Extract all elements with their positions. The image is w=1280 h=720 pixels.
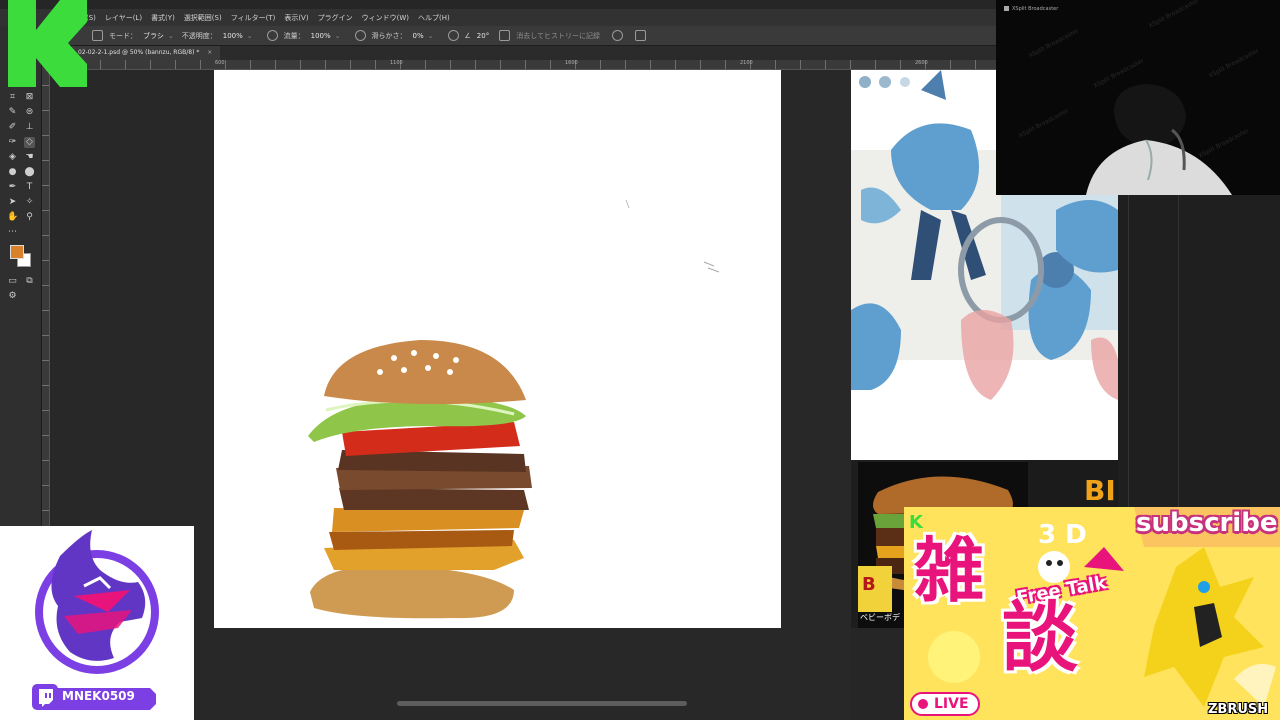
- history-checkbox[interactable]: [499, 30, 511, 41]
- document-tab[interactable]: 02-02-2-1.psd @ 50% (bannzu, RGB/8) * ×: [72, 46, 221, 60]
- symmetry-icon[interactable]: [635, 30, 647, 41]
- menu-item-plugins[interactable]: プラグイン: [318, 13, 353, 23]
- zoom-icon[interactable]: ⚲: [24, 212, 35, 223]
- menu-item-select[interactable]: 選択範囲(S): [184, 13, 222, 23]
- menu-item-view[interactable]: 表示(V): [284, 13, 308, 23]
- banner-kanji-top: 雑: [914, 530, 984, 612]
- shape-icon[interactable]: ✧: [24, 197, 35, 208]
- type-icon[interactable]: T: [24, 182, 35, 193]
- pressure-opacity-icon[interactable]: [266, 30, 278, 41]
- reference-burger-caption: ベビーボデ: [860, 613, 900, 622]
- chevron-down-icon[interactable]: ⌄: [168, 32, 174, 40]
- document-tab-title: 02-02-2-1.psd @ 50% (bannzu, RGB/8) *: [78, 49, 200, 56]
- flow-input[interactable]: 100%: [311, 32, 331, 40]
- smoothing-label: 滑らかさ：: [371, 31, 407, 40]
- dodge-icon[interactable]: ●: [7, 167, 18, 178]
- hand-icon[interactable]: ✋: [7, 212, 18, 223]
- mode-label: モード：: [109, 31, 137, 40]
- angle-icon: ∠: [464, 31, 471, 40]
- smoothing-input[interactable]: 0%: [413, 32, 424, 40]
- ruler-tick: 2600: [915, 60, 928, 66]
- flow-label: 流量：: [283, 31, 305, 40]
- healing-icon[interactable]: ⊜: [24, 107, 35, 118]
- angle-input[interactable]: 20°: [477, 32, 489, 40]
- crop-icon[interactable]: ⌗: [7, 92, 18, 103]
- chevron-down-icon[interactable]: ⌄: [335, 32, 341, 40]
- reference-image-burger-poster: BI: [1028, 460, 1118, 510]
- opacity-input[interactable]: 100%: [223, 32, 243, 40]
- ruler-horizontal: 100 600 1100 1600 2100 2600: [50, 60, 996, 70]
- smudge-icon[interactable]: ☚: [24, 152, 35, 163]
- burger-drawing: [308, 199, 720, 619]
- more-tools-icon[interactable]: ⋯: [7, 227, 18, 238]
- document-tab-bar: 02-02-2-1.psd @ 50% (bannzu, RGB/8) * ×: [50, 46, 996, 60]
- ruler-tick: 600: [215, 60, 225, 66]
- twitch-username: MNEK0509: [62, 689, 135, 703]
- screen-mode-icon[interactable]: ⧉: [24, 276, 35, 287]
- history-label: 消去してヒストリーに記録: [516, 31, 601, 40]
- menu-bar: (S) レイヤー(L) 書式(Y) 選択範囲(S) フィルター(T) 表示(V)…: [0, 9, 996, 26]
- broadcaster-label: XSplit Broadcaster: [1004, 6, 1058, 12]
- ruler-tick: 1100: [390, 60, 403, 66]
- eyedropper-icon[interactable]: ✎: [7, 107, 18, 118]
- path-select-icon[interactable]: ➤: [7, 197, 18, 208]
- opacity-label: 不透明度：: [181, 31, 217, 40]
- foreground-color-swatch[interactable]: [10, 245, 24, 259]
- menu-item-help[interactable]: ヘルプ(H): [418, 13, 450, 23]
- streamer-silhouette: [1086, 84, 1232, 195]
- live-badge: LIVE: [910, 692, 980, 716]
- zbrush-logo: ZBRUSH: [1208, 702, 1269, 717]
- sponge-icon[interactable]: ⬤: [24, 167, 35, 178]
- pressure-size-icon[interactable]: [612, 30, 624, 41]
- live-dot-icon: [918, 699, 928, 709]
- airbrush-icon[interactable]: [354, 30, 366, 41]
- broadcaster-label-text: XSplit Broadcaster: [1012, 6, 1059, 12]
- horizontal-scrollbar[interactable]: [397, 701, 687, 706]
- gear-icon[interactable]: [447, 30, 459, 41]
- live-label: LIVE: [934, 696, 969, 712]
- close-icon[interactable]: ×: [207, 49, 212, 56]
- paint-bucket-icon[interactable]: ◈: [7, 152, 18, 163]
- brush-preset-icon[interactable]: [92, 30, 103, 41]
- chevron-down-icon[interactable]: ⌄: [247, 32, 253, 40]
- banner-kanji-bottom: 談: [1002, 593, 1078, 682]
- xsplit-icon: [1004, 6, 1009, 11]
- tool-palette: ⌗ ⊠ ✎ ⊜ ✐ ⊥ ✑ ◇ ◈ ☚ ● ⬤ ✒ T ➤ ✧ ✋ ⚲ ⋯ ▭ …: [0, 26, 42, 526]
- banner-3d-label: 3 D: [1038, 520, 1087, 550]
- eraser-icon[interactable]: ◇: [24, 137, 35, 148]
- menu-item-window[interactable]: ウィンドウ(W): [362, 13, 409, 23]
- webcam-feed: XSplit Broadcaster XSplit Broadcaster XS…: [996, 0, 1280, 195]
- stamp-icon[interactable]: ⊥: [24, 122, 35, 133]
- brush-icon[interactable]: ✐: [7, 122, 18, 133]
- canvas[interactable]: [214, 70, 781, 628]
- chevron-down-icon[interactable]: ⌄: [428, 32, 434, 40]
- mode-select[interactable]: ブラシ: [143, 31, 164, 41]
- channel-k-logo: [8, 0, 87, 87]
- pen-icon[interactable]: ✒: [7, 182, 18, 193]
- reference-poster-text: BI: [1084, 474, 1116, 507]
- menu-item-layer[interactable]: レイヤー(L): [105, 13, 142, 23]
- reference-burger-logo: B: [862, 574, 876, 595]
- menu-item[interactable]: (S): [86, 14, 96, 22]
- quick-mask-icon[interactable]: ▭: [7, 276, 18, 287]
- extras-icon[interactable]: ⚙: [7, 291, 18, 302]
- frame-icon[interactable]: ⊠: [24, 92, 35, 103]
- menu-item-filter[interactable]: フィルター(T): [231, 13, 276, 23]
- right-empty-panel: [1118, 195, 1280, 515]
- ruler-tick: 2100: [740, 60, 753, 66]
- subscribe-label: subscribe: [1136, 508, 1278, 538]
- reference-separator: [851, 440, 1118, 460]
- options-bar: モード： ブラシ ⌄ 不透明度： 100% ⌄ 流量： 100% ⌄ 滑らかさ：…: [0, 26, 996, 46]
- history-brush-icon[interactable]: ✑: [7, 137, 18, 148]
- ruler-tick: 1600: [565, 60, 578, 66]
- menu-item-type[interactable]: 書式(Y): [151, 13, 175, 23]
